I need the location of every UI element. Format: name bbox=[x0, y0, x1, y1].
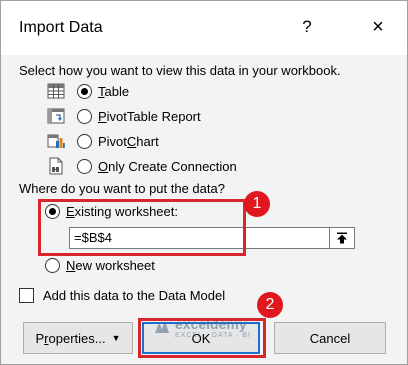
table-label: Table bbox=[98, 83, 130, 99]
pivotchart-label: PivotChart bbox=[98, 133, 159, 149]
close-button[interactable]: × bbox=[366, 15, 390, 39]
pivottable-icon bbox=[47, 108, 65, 124]
help-button[interactable]: ? bbox=[297, 17, 317, 39]
pivottable-label: PivotTable Report bbox=[98, 108, 201, 124]
table-icon bbox=[47, 83, 65, 99]
new-worksheet-label: New worksheet bbox=[66, 258, 155, 273]
view-option-connection[interactable]: Only Create Connection bbox=[47, 155, 237, 177]
pivotchart-radio[interactable] bbox=[77, 133, 92, 149]
import-data-dialog: Import Data ? × Select how you want to v… bbox=[0, 0, 408, 365]
data-model-option[interactable]: Add this data to the Data Model bbox=[19, 288, 225, 303]
collapse-dialog-button[interactable] bbox=[329, 227, 355, 249]
highlight-ok-button bbox=[138, 318, 266, 358]
cancel-button[interactable]: Cancel bbox=[274, 322, 386, 354]
upload-arrow-icon bbox=[337, 232, 347, 244]
pivotchart-icon bbox=[47, 134, 65, 148]
connection-radio[interactable] bbox=[77, 158, 92, 174]
view-instruction: Select how you want to view this data in… bbox=[19, 63, 341, 78]
data-model-label: Add this data to the Data Model bbox=[43, 288, 226, 303]
view-option-pivottable[interactable]: PivotTable Report bbox=[47, 105, 201, 127]
dropdown-arrow-icon: ▼ bbox=[111, 333, 121, 343]
view-option-pivotchart[interactable]: PivotChart bbox=[47, 130, 159, 152]
properties-button[interactable]: Properties... ▼ bbox=[23, 322, 133, 354]
data-model-checkbox[interactable] bbox=[19, 288, 34, 303]
pivottable-radio[interactable] bbox=[77, 108, 92, 124]
new-worksheet-option[interactable]: New worksheet bbox=[45, 258, 155, 273]
step-badge-2: 2 bbox=[257, 292, 283, 318]
highlight-existing-worksheet bbox=[38, 199, 246, 256]
new-worksheet-radio[interactable] bbox=[45, 258, 60, 273]
title-bar: Import Data ? × bbox=[1, 1, 407, 55]
location-question: Where do you want to put the data? bbox=[19, 181, 225, 196]
view-option-table[interactable]: Table bbox=[47, 80, 129, 102]
connection-label: Only Create Connection bbox=[98, 158, 237, 174]
table-radio[interactable] bbox=[77, 83, 92, 99]
connection-icon bbox=[49, 157, 63, 175]
properties-label: Properties... bbox=[35, 330, 106, 346]
step-badge-1: 1 bbox=[244, 191, 270, 217]
dialog-title: Import Data bbox=[19, 19, 103, 36]
